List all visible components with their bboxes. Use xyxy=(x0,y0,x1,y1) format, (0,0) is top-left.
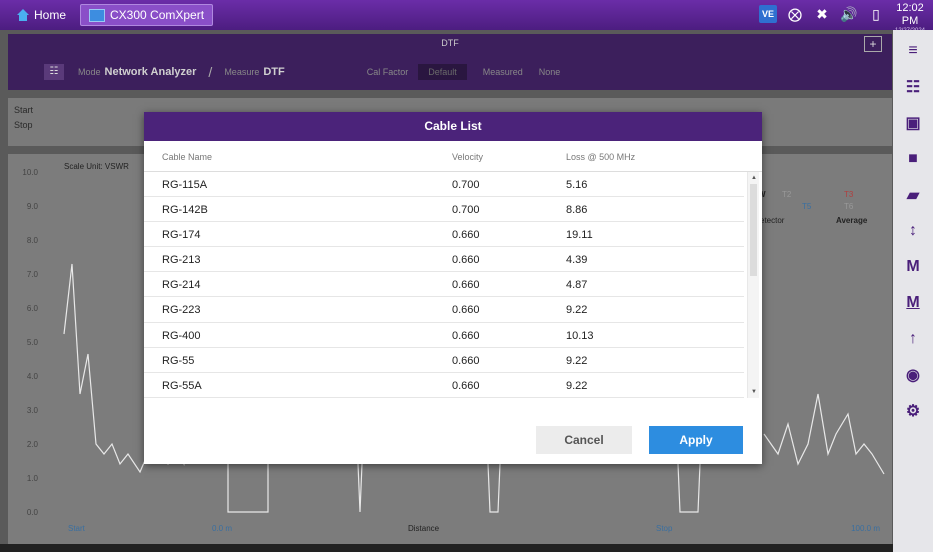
scroll-down-icon[interactable]: ▼ xyxy=(751,389,757,395)
table-header: Cable Name Velocity Loss @ 500 MHz xyxy=(144,141,762,172)
cable-list-dialog: Cable List Cable Name Velocity Loss @ 50… xyxy=(144,112,762,464)
table-row[interactable]: RG-400 0.660 10.13 xyxy=(144,323,744,348)
apply-button[interactable]: Apply xyxy=(649,426,743,454)
table-row[interactable]: RG-213 0.660 4.39 xyxy=(144,247,744,273)
table-row[interactable]: RG-223 0.660 9.22 xyxy=(144,297,744,323)
cell-loss: 9.22 xyxy=(566,304,588,317)
cell-loss: 4.87 xyxy=(566,279,588,292)
cell-velocity: 0.660 xyxy=(452,254,480,267)
scroll-thumb[interactable] xyxy=(750,184,757,276)
cell-velocity: 0.660 xyxy=(452,279,480,292)
cell-velocity: 0.660 xyxy=(452,379,480,392)
cell-velocity: 0.660 xyxy=(452,304,480,317)
cell-cable-name: RG-223 xyxy=(162,304,201,317)
cell-cable-name: RG-400 xyxy=(162,329,201,342)
cell-loss: 10.13 xyxy=(566,329,594,342)
column-header-cable-name: Cable Name xyxy=(162,152,213,162)
cell-loss: 19.11 xyxy=(566,229,593,242)
cell-cable-name: RG-174 xyxy=(162,229,201,242)
cell-cable-name: RG-214 xyxy=(162,279,201,292)
table-row[interactable]: RG-115A 0.700 5.16 xyxy=(144,172,744,198)
cell-cable-name: RG-55 xyxy=(162,354,195,367)
cancel-button[interactable]: Cancel xyxy=(536,426,632,454)
cell-cable-name: RG-55A xyxy=(162,379,202,392)
cell-loss: 9.22 xyxy=(566,354,588,367)
table-row[interactable]: RG-55A 0.660 9.22 xyxy=(144,373,744,398)
cell-loss: 8.86 xyxy=(566,204,588,217)
dialog-footer: Cancel Apply xyxy=(144,422,762,464)
cell-velocity: 0.660 xyxy=(452,354,480,367)
table-scrollbar[interactable]: ▲ ▼ xyxy=(747,172,759,398)
cell-velocity: 0.700 xyxy=(452,204,480,217)
cell-loss: 9.22 xyxy=(566,379,588,392)
cell-cable-name: RG-142B xyxy=(162,204,208,217)
cable-table-body: RG-115A 0.700 5.16 RG-142B 0.700 8.86 RG… xyxy=(144,172,762,398)
cell-loss: 4.39 xyxy=(566,254,588,267)
cell-velocity: 0.660 xyxy=(452,229,480,242)
app-root: Home CX300 ComXpert VE ⨂ ✖ 🔊 ▯ 12:02 PM … xyxy=(0,0,933,552)
dialog-title: Cable List xyxy=(144,112,762,141)
cell-loss: 5.16 xyxy=(566,179,588,191)
table-row[interactable]: RG-174 0.660 19.11 xyxy=(144,222,744,248)
table-row[interactable]: RG-55 0.660 9.22 xyxy=(144,348,744,373)
cell-cable-name: RG-115A xyxy=(162,179,208,191)
column-header-loss: Loss @ 500 MHz xyxy=(566,152,636,162)
scroll-up-icon[interactable]: ▲ xyxy=(751,175,757,181)
table-row[interactable]: RG-214 0.660 4.87 xyxy=(144,272,744,298)
cell-velocity: 0.660 xyxy=(452,329,480,342)
table-row[interactable]: RG-142B 0.700 8.86 xyxy=(144,197,744,223)
column-header-velocity: Velocity xyxy=(452,152,484,162)
cell-cable-name: RG-213 xyxy=(162,254,201,267)
cell-velocity: 0.700 xyxy=(452,179,480,191)
